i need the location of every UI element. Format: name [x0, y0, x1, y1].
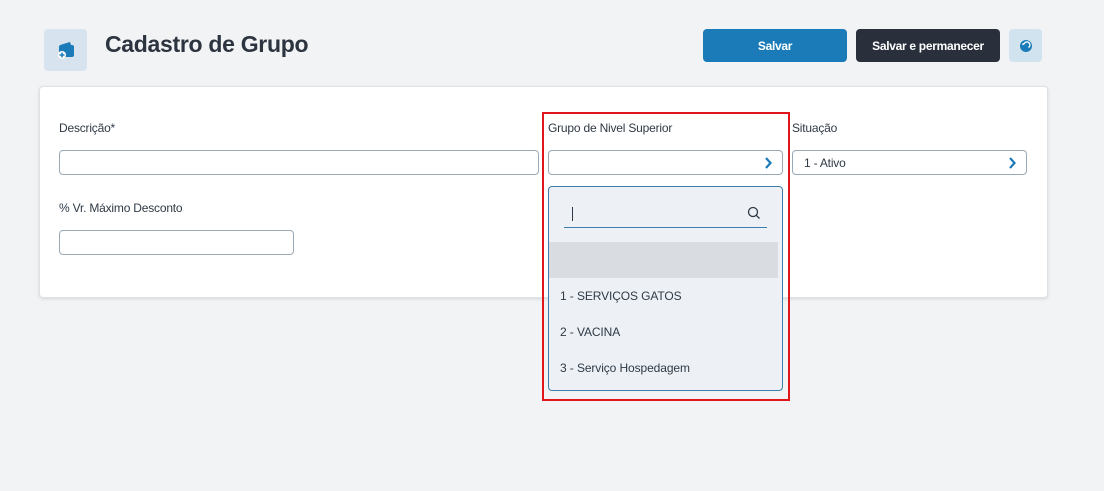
- descricao-label: Descrição*: [59, 121, 116, 135]
- dropdown-search-input[interactable]: [564, 200, 767, 228]
- form-card: Descrição* Grupo de Nivel Superior Situa…: [39, 86, 1048, 298]
- situacao-value: 1 - Ativo: [804, 156, 846, 170]
- grupo-superior-select[interactable]: [548, 150, 783, 175]
- desconto-label: % Vr. Máximo Desconto: [59, 201, 183, 215]
- dropdown-option[interactable]: 2 - VACINA: [560, 325, 620, 339]
- page-title: Cadastro de Grupo: [105, 31, 309, 57]
- undo-icon: [1019, 39, 1032, 52]
- grupo-superior-dropdown: 1 - SERVIÇOS GATOS 2 - VACINA 3 - Serviç…: [548, 186, 783, 391]
- dropdown-option-empty[interactable]: [549, 242, 778, 278]
- save-button[interactable]: Salvar: [703, 29, 847, 62]
- save-and-stay-button[interactable]: Salvar e permanecer: [856, 29, 1000, 62]
- grupo-superior-label: Grupo de Nivel Superior: [548, 121, 673, 135]
- search-icon: [747, 206, 760, 219]
- text-cursor: [572, 207, 573, 221]
- chevron-right-icon: [1006, 155, 1018, 171]
- situacao-select[interactable]: 1 - Ativo: [792, 150, 1027, 175]
- wallet-add-icon: [44, 29, 87, 71]
- undo-button[interactable]: [1009, 29, 1042, 62]
- desconto-input[interactable]: [59, 230, 294, 255]
- descricao-input[interactable]: [59, 150, 539, 175]
- page: Cadastro de Grupo Salvar Salvar e perman…: [0, 0, 1104, 491]
- situacao-label: Situação: [792, 121, 838, 135]
- chevron-right-icon: [762, 155, 774, 171]
- dropdown-option[interactable]: 3 - Serviço Hospedagem: [560, 361, 690, 375]
- dropdown-option[interactable]: 1 - SERVIÇOS GATOS: [560, 289, 682, 303]
